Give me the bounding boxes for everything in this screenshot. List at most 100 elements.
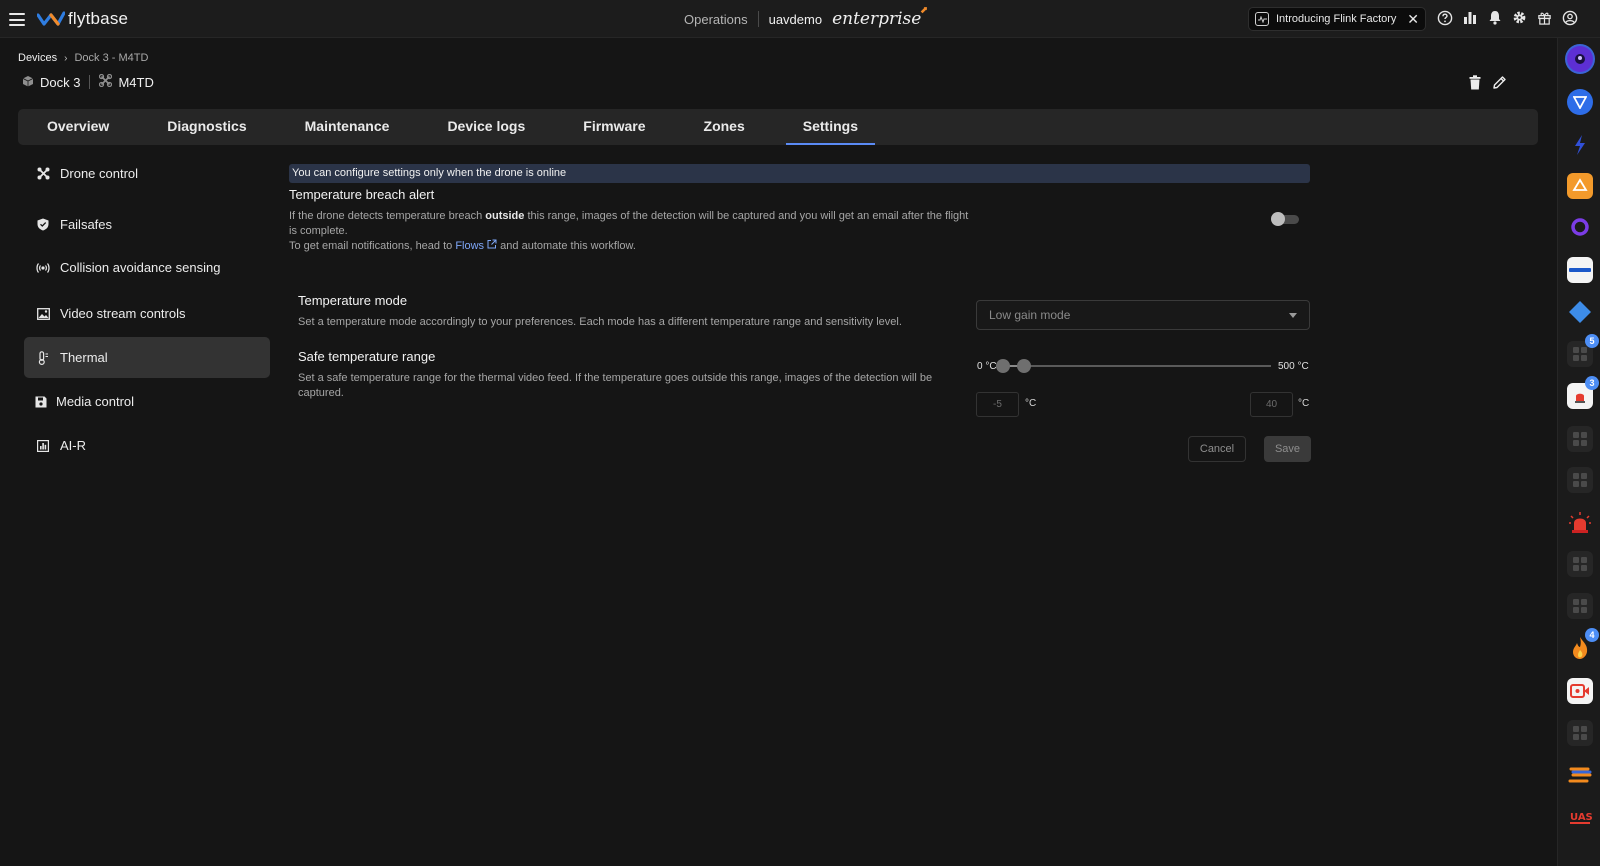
tab-zones[interactable]: Zones xyxy=(687,109,762,145)
tab-settings[interactable]: Settings xyxy=(785,109,875,145)
breach-desc-bold: outside xyxy=(485,210,525,222)
genetec-app-icon[interactable] xyxy=(1567,257,1593,283)
breach-alert-description: If the drone detects temperature breach … xyxy=(289,209,969,239)
min-temperature-input[interactable] xyxy=(976,392,1019,417)
edit-icon[interactable] xyxy=(1491,74,1507,90)
tab-firmware[interactable]: Firmware xyxy=(566,109,662,145)
integration-app-icon[interactable] xyxy=(1567,593,1593,619)
breadcrumb-devices-link[interactable]: Devices xyxy=(18,52,57,64)
account-icon[interactable] xyxy=(1561,9,1578,26)
notification-badge: 5 xyxy=(1585,334,1599,348)
tab-device-logs[interactable]: Device logs xyxy=(430,109,542,145)
chevron-down-icon xyxy=(1289,313,1297,318)
thermometer-icon xyxy=(36,350,50,365)
org-context: Operations uavdemo enterprise ⬈ xyxy=(684,0,928,38)
stripes-app-icon[interactable] xyxy=(1567,762,1593,788)
sidebar-item-label: Drone control xyxy=(60,166,139,181)
integration-app-icon[interactable] xyxy=(1567,551,1593,577)
breach-alert-toggle[interactable] xyxy=(1271,212,1299,226)
safe-range-description: Set a safe temperature range for the the… xyxy=(298,372,933,399)
sidebar-item-video-stream-controls[interactable]: Video stream controls xyxy=(24,293,270,334)
integration-app-icon[interactable] xyxy=(1567,426,1593,452)
email-notice-text: To get email notifications, head to xyxy=(289,240,456,252)
promo-banner[interactable]: Introducing Flink Factory ✕ xyxy=(1248,7,1426,31)
siren-app-icon[interactable] xyxy=(1567,509,1593,535)
bell-icon[interactable] xyxy=(1486,9,1503,26)
gift-icon[interactable] xyxy=(1536,9,1553,26)
dock-icon xyxy=(22,75,34,90)
sidebar-item-collision-avoidance[interactable]: Collision avoidance sensing xyxy=(24,247,270,288)
cancel-button[interactable]: Cancel xyxy=(1188,436,1246,462)
breach-alert-title: Temperature breach alert xyxy=(289,187,435,202)
sidebar-item-media-control[interactable]: Media control xyxy=(24,381,270,422)
trash-icon[interactable] xyxy=(1467,74,1483,90)
temperature-mode-value: Low gain mode xyxy=(989,308,1071,322)
sidebar-item-label: Video stream controls xyxy=(60,306,186,321)
flows-link[interactable]: Flows xyxy=(455,240,484,252)
sidebar-item-label: Collision avoidance sensing xyxy=(60,260,221,275)
email-notice-text: and automate this workflow. xyxy=(497,240,636,252)
device-tabs: Overview Diagnostics Maintenance Device … xyxy=(18,109,1538,145)
diamond-app-icon[interactable] xyxy=(1567,299,1593,325)
lightning-app-icon[interactable] xyxy=(1567,132,1593,158)
settings-sidebar: Drone control Failsafes Collision avoida… xyxy=(24,153,270,466)
alarm-app-icon[interactable]: 3 xyxy=(1567,376,1599,409)
image-icon xyxy=(36,307,50,321)
app-icon-1[interactable] xyxy=(1567,46,1593,72)
integration-app-icon[interactable] xyxy=(1567,720,1593,746)
tab-diagnostics[interactable]: Diagnostics xyxy=(150,109,263,145)
slider-thumb-low[interactable] xyxy=(996,359,1010,373)
slider-thumb-high[interactable] xyxy=(1017,359,1032,373)
edition-text: enterprise xyxy=(832,9,922,29)
tab-overview[interactable]: Overview xyxy=(30,109,126,145)
integration-app-icon[interactable]: 5 xyxy=(1567,334,1599,367)
analytics-icon[interactable] xyxy=(1461,9,1478,26)
ring-app-icon[interactable] xyxy=(1567,214,1593,240)
operations-link[interactable]: Operations xyxy=(684,12,748,27)
max-temperature-input[interactable] xyxy=(1250,392,1293,417)
promo-text: Introducing Flink Factory xyxy=(1276,13,1397,25)
min-unit-label: °C xyxy=(1025,398,1037,409)
shield-icon xyxy=(36,218,50,232)
sidebar-item-failsafes[interactable]: Failsafes xyxy=(24,204,270,245)
sidebar-item-label: Media control xyxy=(56,394,135,409)
sidebar-item-drone-control[interactable]: Drone control xyxy=(24,153,270,194)
external-link-icon[interactable] xyxy=(487,239,497,252)
send-app-icon[interactable] xyxy=(1567,89,1593,115)
top-actions xyxy=(1436,9,1578,26)
temperature-mode-select[interactable]: Low gain mode xyxy=(976,300,1310,330)
svg-text:UAS: UAS xyxy=(1570,812,1592,823)
temperature-mode-description: Set a temperature mode accordingly to yo… xyxy=(298,316,902,328)
orange-app-icon[interactable] xyxy=(1567,173,1593,199)
flame-app-icon[interactable]: 4 xyxy=(1567,628,1599,661)
max-unit-label: °C xyxy=(1298,398,1310,409)
gear-icon[interactable] xyxy=(1511,9,1528,26)
sidebar-item-thermal[interactable]: Thermal xyxy=(24,337,270,378)
uas-app-icon[interactable]: UAS xyxy=(1567,804,1593,830)
app-rail: 5 3 4 UAS xyxy=(1557,38,1600,866)
top-bar: flytbase Operations uavdemo enterprise ⬈ … xyxy=(0,0,1600,38)
flytbase-logo[interactable]: flytbase xyxy=(37,9,128,29)
sidebar-item-label: Failsafes xyxy=(60,217,113,232)
close-icon[interactable]: ✕ xyxy=(1407,12,1419,26)
device-title: Dock 3 M4TD xyxy=(22,73,154,90)
temperature-mode-title: Temperature mode xyxy=(298,293,408,308)
edition-label: enterprise ⬈ xyxy=(832,5,928,29)
video-record-app-icon[interactable] xyxy=(1567,678,1593,704)
temperature-range-slider[interactable] xyxy=(996,359,1271,373)
sidebar-item-ai-r[interactable]: AI-R xyxy=(24,425,270,466)
save-button[interactable]: Save xyxy=(1264,436,1311,462)
tab-maintenance[interactable]: Maintenance xyxy=(288,109,407,145)
organization-name[interactable]: uavdemo xyxy=(769,12,822,27)
ai-chart-icon xyxy=(36,439,50,453)
waveform-icon xyxy=(1255,12,1269,26)
flytbase-logo-icon xyxy=(37,11,65,26)
drone-icon xyxy=(99,73,113,90)
range-max-label: 500 °C xyxy=(1278,361,1309,372)
integration-app-icon[interactable] xyxy=(1567,467,1593,493)
menu-icon[interactable] xyxy=(9,13,25,26)
help-icon[interactable] xyxy=(1436,9,1453,26)
safe-range-title: Safe temperature range xyxy=(298,349,436,364)
breadcrumb-current: Dock 3 - M4TD xyxy=(74,52,149,64)
notification-badge: 4 xyxy=(1585,628,1599,642)
